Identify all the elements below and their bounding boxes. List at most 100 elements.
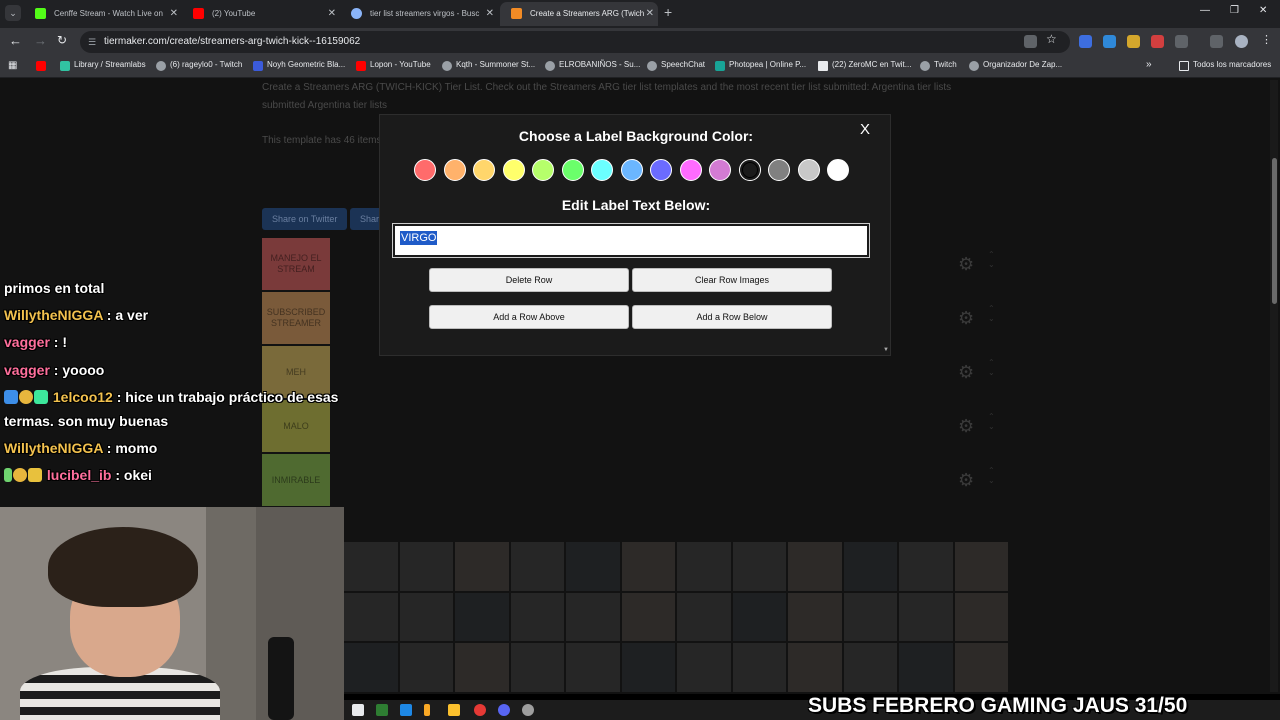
streamer-thumbnail[interactable] xyxy=(788,592,842,642)
extension-icon[interactable] xyxy=(1127,35,1140,48)
color-swatch[interactable] xyxy=(561,159,584,181)
color-swatch[interactable] xyxy=(709,159,731,181)
bookmark-noyh[interactable]: Noyh Geometric Bla... xyxy=(253,60,345,71)
color-swatch[interactable] xyxy=(827,159,849,181)
streamer-thumbnail[interactable] xyxy=(732,643,786,692)
taskbar-app-icon[interactable] xyxy=(400,704,412,716)
bookmark-elrobaninos[interactable]: ELROBANIÑOS - Su... xyxy=(545,60,640,71)
color-swatch[interactable] xyxy=(591,159,613,181)
streamer-thumbnail[interactable] xyxy=(954,643,1008,692)
row-move-arrows-icon[interactable]: ⌃ ⌄ xyxy=(988,466,995,486)
bookmark-rageylo[interactable]: (6) rageylo0 - Twitch xyxy=(156,60,242,71)
share-twitter-button[interactable]: Share on Twitter xyxy=(262,208,348,230)
profile-avatar[interactable] xyxy=(1235,35,1248,48)
extensions-puzzle-icon[interactable] xyxy=(1175,35,1188,48)
color-swatch[interactable] xyxy=(620,159,643,181)
menu-dots-icon[interactable]: ⋮ xyxy=(1261,33,1274,46)
media-controls-icon[interactable] xyxy=(1210,35,1223,48)
tab-search-button[interactable]: ⌄ xyxy=(5,5,21,21)
streamer-thumbnail[interactable] xyxy=(344,592,398,642)
row-settings-gear-icon[interactable]: ⚙ xyxy=(958,416,974,437)
streamer-thumbnail[interactable] xyxy=(566,592,620,642)
streamer-thumbnail[interactable] xyxy=(621,592,675,642)
obs-icon[interactable] xyxy=(522,704,534,716)
streamer-thumbnail[interactable] xyxy=(455,542,509,591)
bookmark-photopea[interactable]: Photopea | Online P... xyxy=(715,60,806,71)
streamer-thumbnail[interactable] xyxy=(732,592,786,642)
streamer-thumbnail[interactable] xyxy=(843,542,897,591)
streamer-thumbnail[interactable] xyxy=(510,592,564,642)
streamer-thumbnail[interactable] xyxy=(954,592,1008,642)
modal-scroll-down-icon[interactable]: ▼ xyxy=(883,347,889,353)
row-move-arrows-icon[interactable]: ⌃ ⌄ xyxy=(988,304,995,324)
streamer-thumbnail[interactable] xyxy=(510,643,564,692)
site-info-icon[interactable]: ☰ xyxy=(88,31,96,53)
bookmark-twitch[interactable]: Twitch xyxy=(920,60,957,71)
streamer-thumbnail[interactable] xyxy=(566,643,620,692)
color-swatch[interactable] xyxy=(738,159,761,181)
tier-label[interactable]: MALO xyxy=(262,400,330,452)
all-bookmarks-folder[interactable]: Todos los marcadores xyxy=(1179,60,1271,71)
color-swatch[interactable] xyxy=(797,159,820,181)
tab-tiermaker[interactable]: Create a Streamers ARG (Twich ✕ xyxy=(500,2,658,26)
streamer-thumbnail[interactable] xyxy=(344,643,398,692)
color-swatch[interactable] xyxy=(532,159,554,181)
streamer-thumbnail[interactable] xyxy=(677,542,731,591)
streamer-thumbnail[interactable] xyxy=(566,542,620,591)
tab-youtube[interactable]: (2) YouTube ✕ xyxy=(182,2,340,26)
add-row-above-button[interactable]: Add a Row Above xyxy=(429,305,629,329)
translate-icon[interactable] xyxy=(1024,35,1037,48)
streamer-thumbnail[interactable] xyxy=(899,643,953,692)
row-settings-gear-icon[interactable]: ⚙ xyxy=(958,308,974,329)
row-settings-gear-icon[interactable]: ⚙ xyxy=(958,470,974,491)
streamer-thumbnail[interactable] xyxy=(954,542,1008,591)
streamer-thumbnail[interactable] xyxy=(399,542,453,591)
streamer-thumbnail[interactable] xyxy=(899,542,953,591)
streamer-thumbnail[interactable] xyxy=(788,542,842,591)
streamer-thumbnail[interactable] xyxy=(399,592,453,642)
more-bookmarks-icon[interactable]: » xyxy=(1146,59,1152,70)
close-tab-icon[interactable]: ✕ xyxy=(486,2,494,26)
tab-cenffe-stream[interactable]: Cenffe Stream - Watch Live on ✕ xyxy=(24,2,182,26)
color-swatch[interactable] xyxy=(414,159,436,181)
extension-icon[interactable] xyxy=(1151,35,1164,48)
bookmark-kqth[interactable]: Kqth - Summoner St... xyxy=(442,60,535,71)
extension-icon[interactable] xyxy=(1079,35,1092,48)
apps-grid-icon[interactable]: ▦ xyxy=(8,60,17,71)
streamer-thumbnail[interactable] xyxy=(621,643,675,692)
bookmark-streamlabs[interactable]: Library / Streamlabs xyxy=(60,60,146,71)
row-move-arrows-icon[interactable]: ⌃ ⌄ xyxy=(988,250,995,270)
close-tab-icon[interactable]: ✕ xyxy=(170,2,178,26)
clear-row-images-button[interactable]: Clear Row Images xyxy=(632,268,832,292)
streamer-thumbnail[interactable] xyxy=(344,542,398,591)
tier-label[interactable]: MANEJO EL STREAM xyxy=(262,238,330,290)
color-swatch[interactable] xyxy=(650,159,672,181)
close-tab-icon[interactable]: ✕ xyxy=(646,2,654,26)
new-tab-button[interactable]: + xyxy=(664,4,672,20)
streamer-thumbnail[interactable] xyxy=(843,592,897,642)
streamer-thumbnail[interactable] xyxy=(510,542,564,591)
taskbar-app-icon[interactable] xyxy=(352,704,364,716)
streamer-thumbnail[interactable] xyxy=(455,643,509,692)
file-explorer-icon[interactable] xyxy=(448,704,460,716)
streamer-thumbnail[interactable] xyxy=(677,592,731,642)
extension-icon[interactable] xyxy=(1103,35,1116,48)
page-scrollbar-thumb[interactable] xyxy=(1272,158,1277,304)
streamer-thumbnail[interactable] xyxy=(843,643,897,692)
color-swatch[interactable] xyxy=(443,159,466,181)
back-icon[interactable]: ← xyxy=(9,33,22,48)
delete-row-button[interactable]: Delete Row xyxy=(429,268,629,292)
reload-icon[interactable]: ↻ xyxy=(57,33,67,47)
taskbar-app-icon[interactable] xyxy=(424,704,430,716)
bookmark-lopon[interactable]: Lopon - YouTube xyxy=(356,60,431,71)
add-row-below-button[interactable]: Add a Row Below xyxy=(632,305,832,329)
row-move-arrows-icon[interactable]: ⌃ ⌄ xyxy=(988,358,995,378)
label-text-input[interactable] xyxy=(392,223,870,258)
tier-label[interactable]: SUBSCRIBED STREAMER xyxy=(262,292,330,344)
streamer-thumbnail[interactable] xyxy=(399,643,453,692)
bookmark-speechchat[interactable]: SpeechChat xyxy=(647,60,705,71)
tab-google-search[interactable]: tier list streamers virgos - Busc ✕ xyxy=(340,2,498,26)
bookmark-star-icon[interactable]: ☆ xyxy=(1046,32,1059,46)
taskbar-app-icon[interactable] xyxy=(376,704,388,716)
close-tab-icon[interactable]: ✕ xyxy=(328,2,336,26)
